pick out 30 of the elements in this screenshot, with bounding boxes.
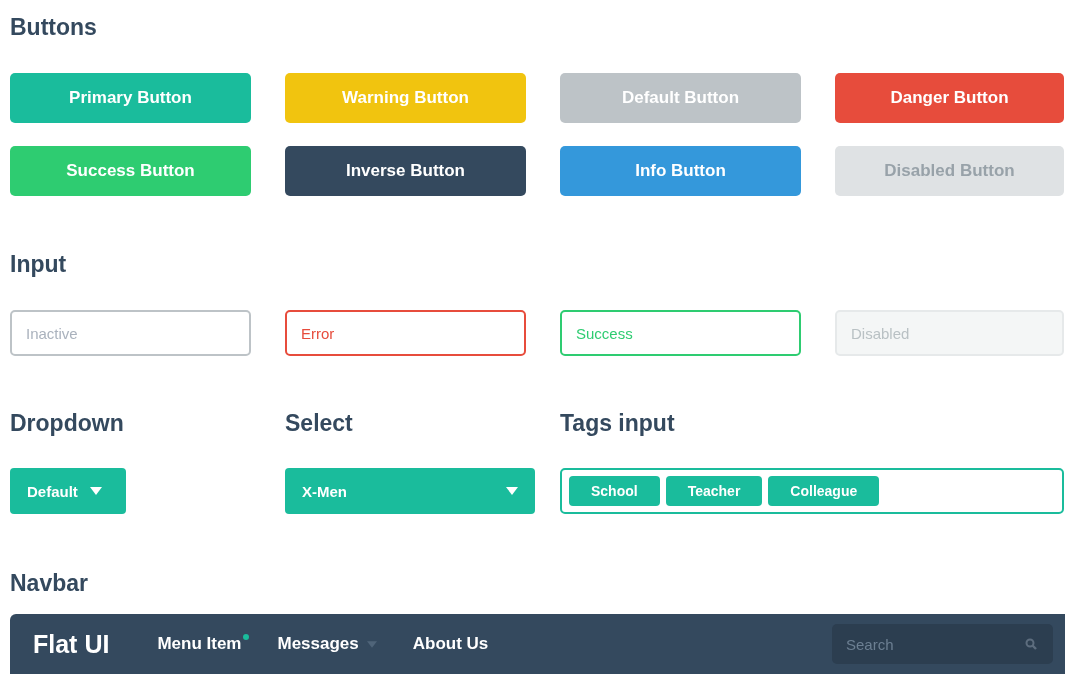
tag[interactable]: Colleague <box>768 476 880 506</box>
button[interactable]: Primary Button <box>10 73 251 123</box>
button[interactable]: Success Button <box>10 146 251 196</box>
brand-link[interactable]: Flat UI <box>33 629 110 659</box>
search-field[interactable]: Search <box>832 624 1053 664</box>
section-heading: Dropdown <box>10 409 124 438</box>
caret-icon <box>366 640 377 648</box>
tag[interactable]: School <box>569 476 660 506</box>
button[interactable]: Default Button <box>560 73 801 123</box>
button[interactable]: Info Button <box>560 146 801 196</box>
caret-icon <box>89 487 102 495</box>
button[interactable]: Danger Button <box>835 73 1064 123</box>
section-heading: Select <box>285 409 353 438</box>
button[interactable]: Warning Button <box>285 73 526 123</box>
nav-link[interactable]: Menu Item <box>157 634 242 654</box>
section-heading: Buttons <box>10 13 97 42</box>
input-field[interactable]: Error <box>285 310 526 356</box>
caret-icon <box>506 487 518 495</box>
dropdown-button[interactable]: Default <box>10 468 126 514</box>
section-heading: Input <box>10 250 67 279</box>
tag[interactable]: Teacher <box>665 476 763 506</box>
section-heading: Navbar <box>10 569 88 598</box>
select-field[interactable]: X-Men <box>285 468 535 514</box>
search-icon <box>1025 638 1037 650</box>
section-heading: Tags input <box>560 409 675 438</box>
input-field[interactable]: Success <box>560 310 801 356</box>
nav-link[interactable]: About Us <box>412 634 489 654</box>
nav-link[interactable]: Messages <box>277 634 377 654</box>
button[interactable]: Inverse Button <box>285 146 526 196</box>
tags-input[interactable]: School Teacher Colleague <box>560 468 1064 514</box>
